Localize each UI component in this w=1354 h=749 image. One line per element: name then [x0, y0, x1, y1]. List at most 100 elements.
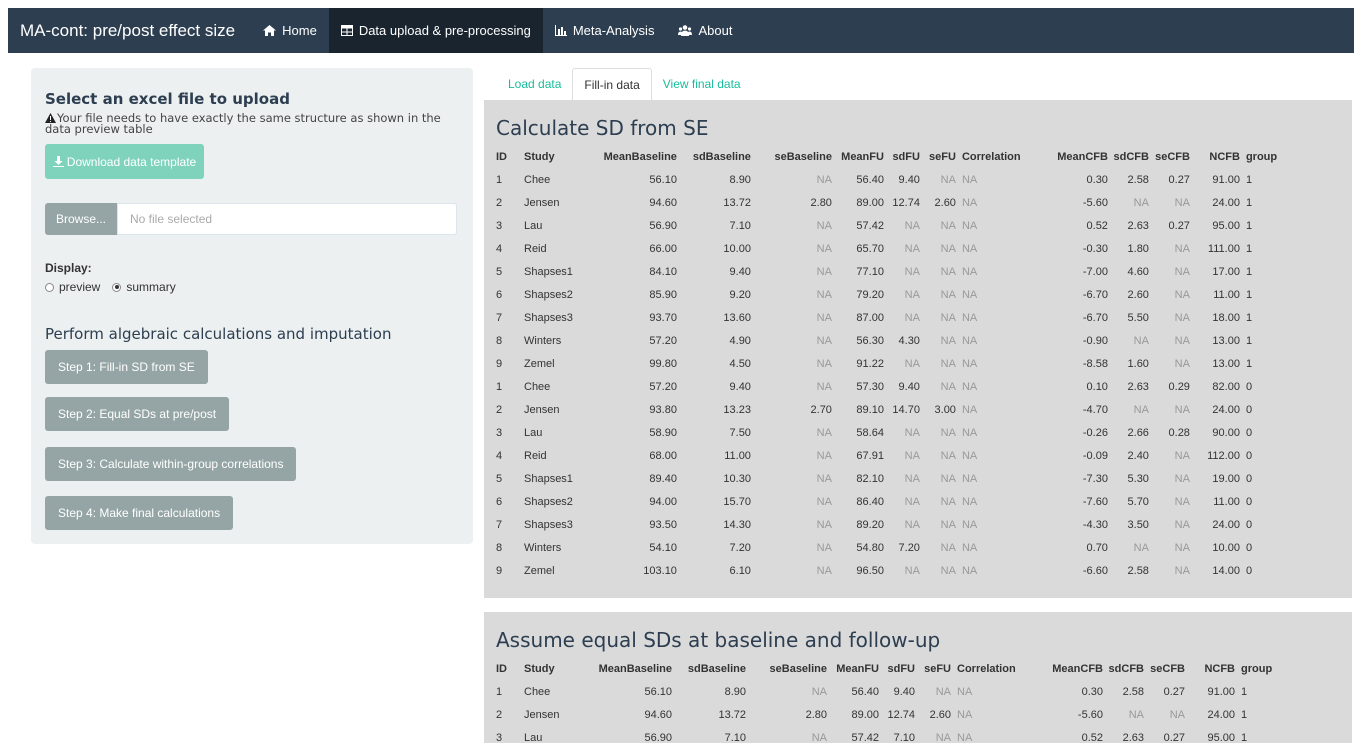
- cell-group: 1: [1245, 334, 1253, 347]
- cell-meanbaseline: 68.00: [649, 449, 677, 462]
- cell-secfb: NA: [1174, 518, 1190, 531]
- cell-sebaseline: NA: [811, 685, 827, 698]
- cell-sdcfb: 2.63: [1127, 380, 1149, 393]
- cell-meancfb: 0.10: [1086, 380, 1108, 393]
- table-row: 7 Shapses3 93.50 14.30 NA 89.20 NA NA NA -4.30 3.5…: [496, 513, 1277, 536]
- cell-sefu: NA: [940, 449, 956, 462]
- cell-meancfb: 0.52: [1086, 219, 1108, 232]
- cell-meanbaseline: 93.80: [649, 403, 677, 416]
- cell-sdcfb: 1.60: [1127, 357, 1149, 370]
- cell-ncfb: 17.00: [1212, 265, 1240, 278]
- cell-id: 5: [496, 265, 503, 278]
- cell-correlation: NA: [961, 380, 978, 393]
- cell-sdfu: NA: [904, 564, 920, 577]
- tab-load-data[interactable]: Load data: [497, 68, 572, 100]
- radio-summary-label[interactable]: summary: [126, 280, 175, 294]
- cell-sdbaseline: 10.30: [723, 472, 751, 485]
- cell-sdfu: 9.40: [898, 380, 920, 393]
- cell-sebaseline: NA: [816, 265, 832, 278]
- cell-sebaseline: NA: [816, 564, 832, 577]
- tab-fill-in-data[interactable]: Fill-in data: [572, 68, 652, 101]
- upload-title: Select an excel file to upload: [45, 90, 290, 108]
- nav-data-upload[interactable]: Data upload & pre-processing: [328, 8, 543, 53]
- cell-meancfb: -8.58: [1082, 357, 1108, 370]
- cell-group: 0: [1245, 403, 1253, 416]
- cell-sefu: NA: [940, 334, 956, 347]
- cell-group: 0: [1245, 472, 1253, 485]
- cell-sdbaseline: 10.00: [723, 242, 751, 255]
- column-header-meancfb: MeanCFB: [1057, 151, 1108, 163]
- cell-id: 6: [496, 495, 503, 508]
- cell-meanbaseline: 58.90: [649, 426, 677, 439]
- cell-sdbaseline: 4.50: [729, 357, 751, 370]
- step1-button[interactable]: Step 1: Fill-in SD from SE: [45, 350, 208, 384]
- nav-home[interactable]: Home: [251, 8, 329, 53]
- browse-button[interactable]: Browse...: [45, 203, 117, 235]
- display-radio-group: preview summary: [45, 280, 188, 294]
- cell-id: 1: [496, 173, 503, 186]
- cell-meanfu: 87.00: [856, 311, 884, 324]
- cell-sdbaseline: 6.10: [729, 564, 751, 577]
- cell-id: 3: [496, 731, 503, 744]
- cell-sdbaseline: 7.10: [729, 219, 751, 232]
- download-icon: [52, 156, 64, 167]
- step3-button[interactable]: Step 3: Calculate within-group correlati…: [45, 447, 297, 481]
- cell-ncfb: 11.00: [1213, 288, 1240, 301]
- cell-sdfu: 9.40: [893, 685, 915, 698]
- cell-sdfu: 7.20: [898, 541, 920, 554]
- download-template-button[interactable]: Download data template: [45, 144, 204, 179]
- cell-meanfu: 82.10: [856, 472, 884, 485]
- cell-meanfu: 57.42: [856, 219, 884, 232]
- step4-button[interactable]: Step 4: Make final calculations: [45, 496, 234, 530]
- cell-meanbaseline: 56.10: [649, 173, 677, 186]
- table-row: 3 Lau 56.90 7.10 NA 57.42 7.10 NA NA 0.52 2.63 0.27…: [496, 726, 1272, 749]
- cell-secfb: NA: [1174, 495, 1190, 508]
- cell-meancfb: -7.60: [1082, 495, 1108, 508]
- nav-about-label: About: [698, 23, 733, 38]
- cell-study: Chee: [524, 173, 551, 186]
- cell-sdcfb: NA: [1133, 403, 1149, 416]
- cell-sdbaseline: 8.90: [729, 173, 751, 186]
- cell-sdcfb: 2.63: [1127, 219, 1149, 232]
- cell-correlation: NA: [961, 564, 978, 577]
- column-header-secfb: seCFB: [1155, 151, 1190, 163]
- table-row: 2 Jensen 94.60 13.72 2.80 89.00 12.74 2.60 NA -5.…: [496, 703, 1272, 726]
- file-name-field[interactable]: No file selected: [117, 203, 457, 235]
- cell-sebaseline: 2.70: [810, 403, 832, 416]
- cell-meanfu: 57.30: [856, 380, 884, 393]
- cell-meanbaseline: 56.10: [644, 685, 672, 698]
- cell-group: 1: [1245, 265, 1253, 278]
- cell-meancfb: 0.30: [1081, 685, 1103, 698]
- bar-chart-icon: [554, 25, 567, 36]
- cell-meanbaseline: 94.60: [649, 196, 677, 209]
- cell-meancfb: 0.52: [1081, 731, 1103, 744]
- cell-study: Winters: [524, 541, 562, 554]
- cell-ncfb: 91.00: [1207, 685, 1235, 698]
- table-sd-from-se: ID Study MeanBaseline sdBaseline seBaseline M…: [496, 146, 1277, 582]
- step2-button[interactable]: Step 2: Equal SDs at pre/post: [45, 397, 230, 431]
- radio-preview[interactable]: [45, 282, 54, 292]
- cell-sefu: NA: [940, 472, 956, 485]
- cell-study: Shapses3: [524, 311, 573, 324]
- tab-view-final-data[interactable]: View final data: [652, 68, 752, 100]
- cell-id: 3: [496, 426, 503, 439]
- column-header-ncfb: NCFB: [1204, 663, 1235, 675]
- upload-warning-text: Your file needs to have exactly the same…: [45, 111, 441, 136]
- cell-meanbaseline: 93.70: [649, 311, 677, 324]
- cell-sebaseline: 2.80: [805, 708, 827, 721]
- cell-sebaseline: NA: [816, 541, 832, 554]
- cell-secfb: 0.28: [1168, 426, 1190, 439]
- cell-study: Chee: [524, 685, 551, 698]
- nav-home-label: Home: [282, 23, 317, 38]
- radio-summary[interactable]: [112, 282, 122, 292]
- cell-sefu: NA: [940, 518, 956, 531]
- nav-meta-analysis[interactable]: Meta-Analysis: [543, 8, 667, 53]
- cell-sefu: 2.60: [929, 708, 951, 721]
- nav-about[interactable]: About: [666, 8, 744, 53]
- cell-secfb: NA: [1174, 449, 1190, 462]
- cell-meanbaseline: 56.90: [649, 219, 677, 232]
- cell-sebaseline: NA: [816, 518, 832, 531]
- navbar-brand[interactable]: MA-cont: pre/post effect size: [8, 21, 251, 41]
- radio-preview-label[interactable]: preview: [59, 280, 100, 294]
- cell-meanbaseline: 89.40: [649, 472, 677, 485]
